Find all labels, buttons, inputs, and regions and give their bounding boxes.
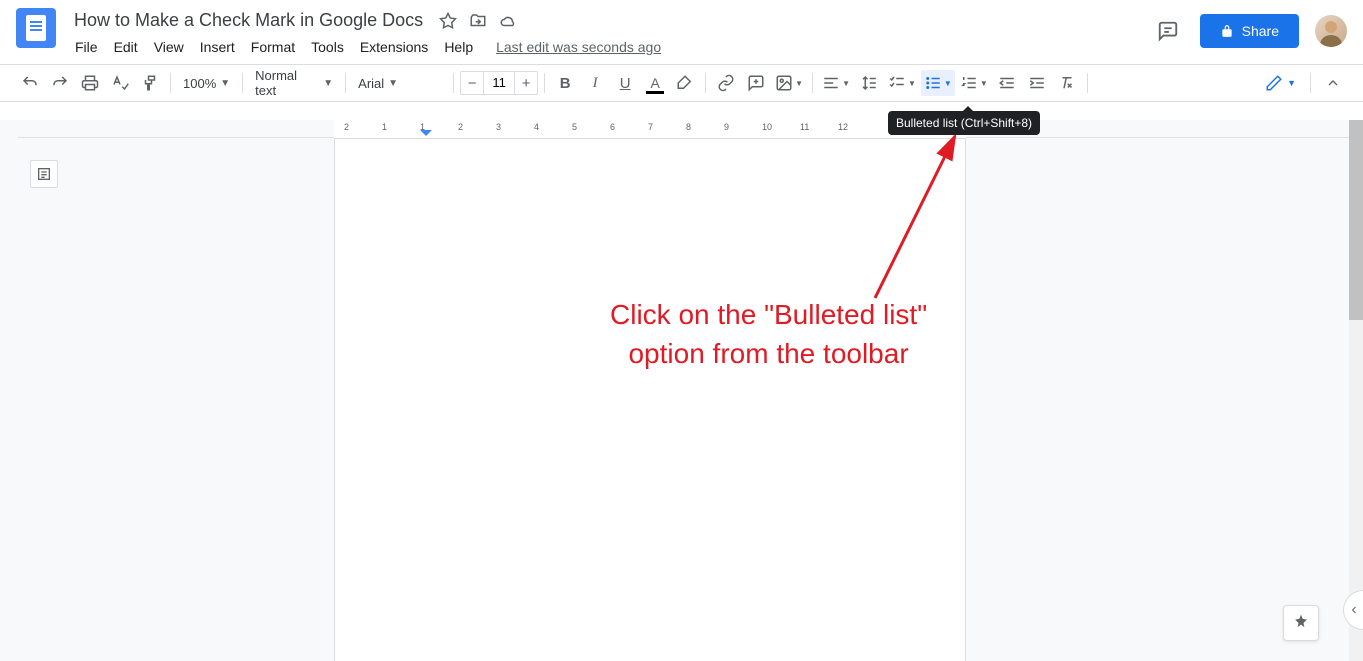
print-icon[interactable] — [76, 70, 104, 96]
bold-icon[interactable]: B — [551, 70, 579, 96]
ruler-mark: 10 — [762, 122, 772, 132]
underline-icon[interactable]: U — [611, 70, 639, 96]
font-size-increase[interactable]: + — [515, 72, 537, 94]
ruler-mark: 9 — [724, 122, 729, 132]
highlight-color-icon[interactable] — [671, 70, 699, 96]
paragraph-style-select[interactable]: Normal text▼ — [249, 70, 339, 96]
toolbar-separator — [345, 73, 346, 93]
document-title[interactable]: How to Make a Check Mark in Google Docs — [68, 8, 429, 33]
lock-icon — [1220, 24, 1234, 38]
header-main: How to Make a Check Mark in Google Docs … — [68, 8, 1152, 59]
toolbar-separator — [544, 73, 545, 93]
collapse-toolbar-icon[interactable] — [1319, 70, 1347, 96]
font-size-decrease[interactable]: − — [461, 72, 483, 94]
clear-formatting-icon[interactable] — [1053, 70, 1081, 96]
toolbar-separator — [1087, 73, 1088, 93]
redo-icon[interactable] — [46, 70, 74, 96]
increase-indent-icon[interactable] — [1023, 70, 1051, 96]
ruler-mark: 8 — [686, 122, 691, 132]
toolbar-separator — [242, 73, 243, 93]
explore-button-icon[interactable] — [1283, 605, 1319, 641]
font-family-select[interactable]: Arial▼ — [352, 70, 447, 96]
menu-extensions[interactable]: Extensions — [353, 35, 435, 59]
title-row: How to Make a Check Mark in Google Docs — [68, 8, 1152, 33]
avatar[interactable] — [1315, 15, 1347, 47]
menu-view[interactable]: View — [147, 35, 191, 59]
docs-logo-icon[interactable] — [16, 8, 56, 48]
header: How to Make a Check Mark in Google Docs … — [0, 0, 1363, 64]
horizontal-ruler[interactable]: 21123456789101112 — [0, 120, 1349, 138]
font-size-group: − 11 + — [460, 71, 538, 95]
checklist-icon[interactable]: ▼ — [885, 70, 919, 96]
comments-icon[interactable] — [1152, 15, 1184, 47]
document-outline-icon[interactable] — [30, 160, 58, 188]
cloud-status-icon[interactable] — [499, 12, 517, 30]
decrease-indent-icon[interactable] — [993, 70, 1021, 96]
scrollbar-thumb[interactable] — [1349, 120, 1363, 320]
paint-format-icon[interactable] — [136, 70, 164, 96]
vertical-scrollbar[interactable] — [1349, 120, 1363, 661]
vertical-ruler[interactable] — [0, 120, 18, 661]
ruler-mark: 4 — [534, 122, 539, 132]
ruler-mark: 3 — [496, 122, 501, 132]
star-icon[interactable] — [439, 12, 457, 30]
ruler-mark: 2 — [344, 122, 349, 132]
ruler-mark: 2 — [458, 122, 463, 132]
header-right: Share — [1152, 14, 1347, 48]
editing-mode-select[interactable]: ▼ — [1259, 74, 1302, 92]
document-canvas: 21123456789101112 — [0, 120, 1349, 661]
font-size-input[interactable]: 11 — [483, 72, 515, 94]
share-label: Share — [1242, 23, 1279, 39]
toolbar-separator — [1310, 73, 1311, 93]
align-icon[interactable]: ▼ — [819, 70, 853, 96]
toolbar-separator — [812, 73, 813, 93]
move-icon[interactable] — [469, 12, 487, 30]
last-edit-link[interactable]: Last edit was seconds ago — [496, 39, 661, 55]
toolbar: 100%▼ Normal text▼ Arial▼ − 11 + B I U A… — [0, 64, 1363, 102]
share-button[interactable]: Share — [1200, 14, 1299, 48]
ruler-mark: 1 — [420, 122, 425, 132]
undo-icon[interactable] — [16, 70, 44, 96]
ruler-mark: 6 — [610, 122, 615, 132]
ruler-mark: 5 — [572, 122, 577, 132]
line-spacing-icon[interactable] — [855, 70, 883, 96]
toolbar-right: ▼ — [1259, 70, 1347, 96]
menu-insert[interactable]: Insert — [193, 35, 242, 59]
tooltip: Bulleted list (Ctrl+Shift+8) — [888, 111, 1040, 135]
numbered-list-icon[interactable]: ▼ — [957, 70, 991, 96]
menu-file[interactable]: File — [68, 35, 105, 59]
text-color-icon[interactable]: A — [641, 70, 669, 96]
spellcheck-icon[interactable] — [106, 70, 134, 96]
menu-tools[interactable]: Tools — [304, 35, 351, 59]
italic-icon[interactable]: I — [581, 70, 609, 96]
pencil-icon — [1265, 74, 1283, 92]
title-icons — [439, 12, 517, 30]
toolbar-separator — [705, 73, 706, 93]
document-page[interactable] — [334, 138, 966, 661]
bulleted-list-icon[interactable]: ▼ — [921, 70, 955, 96]
menubar: File Edit View Insert Format Tools Exten… — [68, 35, 1152, 59]
toolbar-separator — [453, 73, 454, 93]
menu-edit[interactable]: Edit — [107, 35, 145, 59]
zoom-select[interactable]: 100%▼ — [177, 70, 236, 96]
add-comment-icon[interactable] — [742, 70, 770, 96]
insert-link-icon[interactable] — [712, 70, 740, 96]
toolbar-separator — [170, 73, 171, 93]
ruler-mark: 7 — [648, 122, 653, 132]
menu-format[interactable]: Format — [244, 35, 302, 59]
ruler-mark: 12 — [838, 122, 848, 132]
ruler-mark: 11 — [800, 122, 809, 132]
menu-help[interactable]: Help — [437, 35, 480, 59]
ruler-mark: 1 — [382, 122, 387, 132]
insert-image-icon[interactable]: ▼ — [772, 70, 806, 96]
